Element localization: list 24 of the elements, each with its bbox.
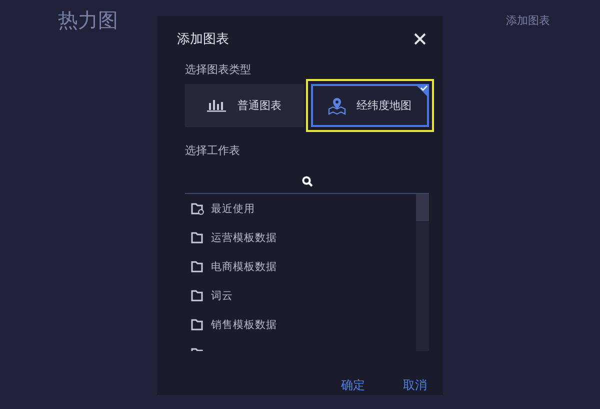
cancel-button[interactable]: 取消 (403, 377, 427, 394)
close-button[interactable] (413, 32, 427, 46)
scrollbar-thumb[interactable] (416, 194, 429, 221)
worksheet-item[interactable]: 运营模板数据 (211, 230, 277, 244)
worksheet-item[interactable]: 最近使用 (211, 202, 255, 216)
folder-icon (191, 260, 204, 272)
check-corner-icon (415, 84, 429, 98)
worksheet-item[interactable]: 电商模板数据 (211, 260, 277, 274)
section-label: 选择工作表 (185, 143, 241, 157)
section-label: 选择图表类型 (185, 62, 252, 76)
worksheet-item[interactable]: 销售模板数据 (211, 318, 277, 332)
add-chart-link[interactable]: 添加图表 (506, 12, 570, 28)
page-title: 热力图 (58, 6, 118, 34)
map-pin-icon (328, 96, 346, 114)
dialog-title: 添加图表 (177, 31, 229, 48)
bar-chart-icon (207, 99, 228, 112)
folder-icon (191, 318, 204, 330)
worksheet-item[interactable]: 词云 (211, 288, 233, 302)
search-icon (302, 176, 312, 186)
chart-type-option[interactable]: 普通图表 (185, 84, 304, 127)
folder-icon (191, 290, 204, 302)
recent-folder-icon (191, 202, 204, 214)
folder-icon (191, 232, 204, 244)
confirm-button[interactable]: 确定 (341, 377, 365, 394)
